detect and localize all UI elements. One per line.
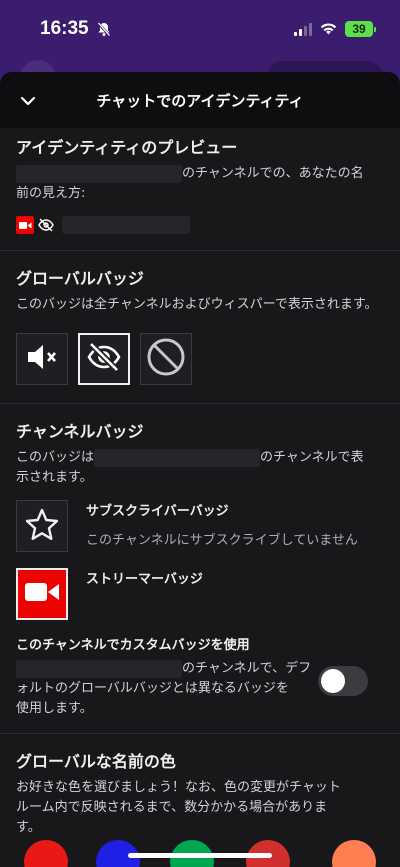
name-color-description: お好きな色を選びましょう！なお、色の変更がチャット ルーム内で反映されるまで、数… (16, 780, 341, 835)
eye-slash-icon (86, 341, 122, 376)
camera-icon (24, 580, 60, 608)
preview-title: アイデンティティのプレビュー (16, 138, 238, 157)
custom-badge-title: このチャンネルでカスタムバッジを使用 (16, 638, 250, 653)
muted-speaker-icon (25, 342, 59, 376)
redacted-channel-name (94, 448, 261, 467)
star-icon (24, 507, 60, 545)
status-bar: 16:35 39 (0, 0, 400, 58)
global-badge-title: グローバルバッジ (16, 269, 144, 288)
divider (0, 733, 400, 734)
name-preview (16, 216, 384, 234)
preview-description: のチャンネルでの、あなたの名 前の見え方: (16, 164, 364, 201)
eye-slash-icon (37, 216, 55, 234)
global-badge-options (16, 333, 384, 385)
cellular-signal-icon (294, 22, 312, 36)
no-badge-icon (146, 337, 186, 381)
name-color-title: グローバルな名前の色 (16, 752, 176, 771)
subscriber-badge (16, 500, 68, 552)
subscriber-badge-subtitle: このチャンネルにサブスクライブしていません (86, 533, 358, 548)
global-badge-description: このバッジは全チャンネルおよびウィスパーで表示されます。 (16, 297, 378, 312)
custom-badge-setting: このチャンネルでカスタムバッジを使用 のチャンネルで、デフ ォルトのグローバルバ… (16, 634, 384, 719)
home-indicator (128, 853, 272, 858)
streamer-badge-row[interactable]: ストリーマーバッジ (16, 568, 384, 620)
custom-badge-description: のチャンネルで、デフ ォルトのグローバルバッジとは異なるバッジを 使用します。 (16, 659, 312, 716)
channel-badge-title: チャンネルバッジ (16, 422, 144, 441)
status-time: 16:35 (40, 18, 89, 39)
channel-badge-description: このバッジは のチャンネルで表 示されます。 (16, 448, 364, 485)
custom-badge-toggle[interactable] (318, 666, 368, 696)
sheet-content: アイデンティティのプレビュー のチャンネルでの、あなたの名 前の見え方: グロー… (0, 134, 400, 838)
subscriber-badge-info: サブスクライバーバッジ このチャンネルにサブスクライブしていません (86, 500, 358, 552)
badge-option-muted[interactable] (16, 333, 68, 385)
subscriber-badge-title: サブスクライバーバッジ (86, 504, 229, 519)
badge-option-hidden[interactable] (78, 333, 130, 385)
bell-slash-icon (96, 21, 111, 37)
redacted-channel-name (16, 659, 182, 678)
redacted-channel-name (16, 164, 182, 183)
streamer-badge-info: ストリーマーバッジ (86, 568, 203, 620)
collapse-button[interactable] (0, 72, 56, 128)
page-title: チャットでのアイデンティティ (96, 91, 304, 110)
streamer-badge (16, 568, 68, 620)
identity-sheet: チャットでのアイデンティティ アイデンティティのプレビュー のチャンネルでの、あ… (0, 72, 400, 867)
divider (0, 403, 400, 404)
sheet-header: チャットでのアイデンティティ (0, 72, 400, 128)
divider (0, 250, 400, 251)
chevron-down-icon (20, 91, 36, 110)
battery-icon: 39 (345, 21, 376, 37)
toggle-knob (321, 669, 345, 693)
camera-icon (16, 216, 34, 234)
battery-level: 39 (345, 21, 373, 37)
subscriber-badge-row[interactable]: サブスクライバーバッジ このチャンネルにサブスクライブしていません (16, 500, 384, 552)
redacted-username (62, 216, 190, 234)
badge-option-none[interactable] (140, 333, 192, 385)
streamer-badge-title: ストリーマーバッジ (86, 572, 203, 587)
wifi-icon (320, 20, 337, 39)
